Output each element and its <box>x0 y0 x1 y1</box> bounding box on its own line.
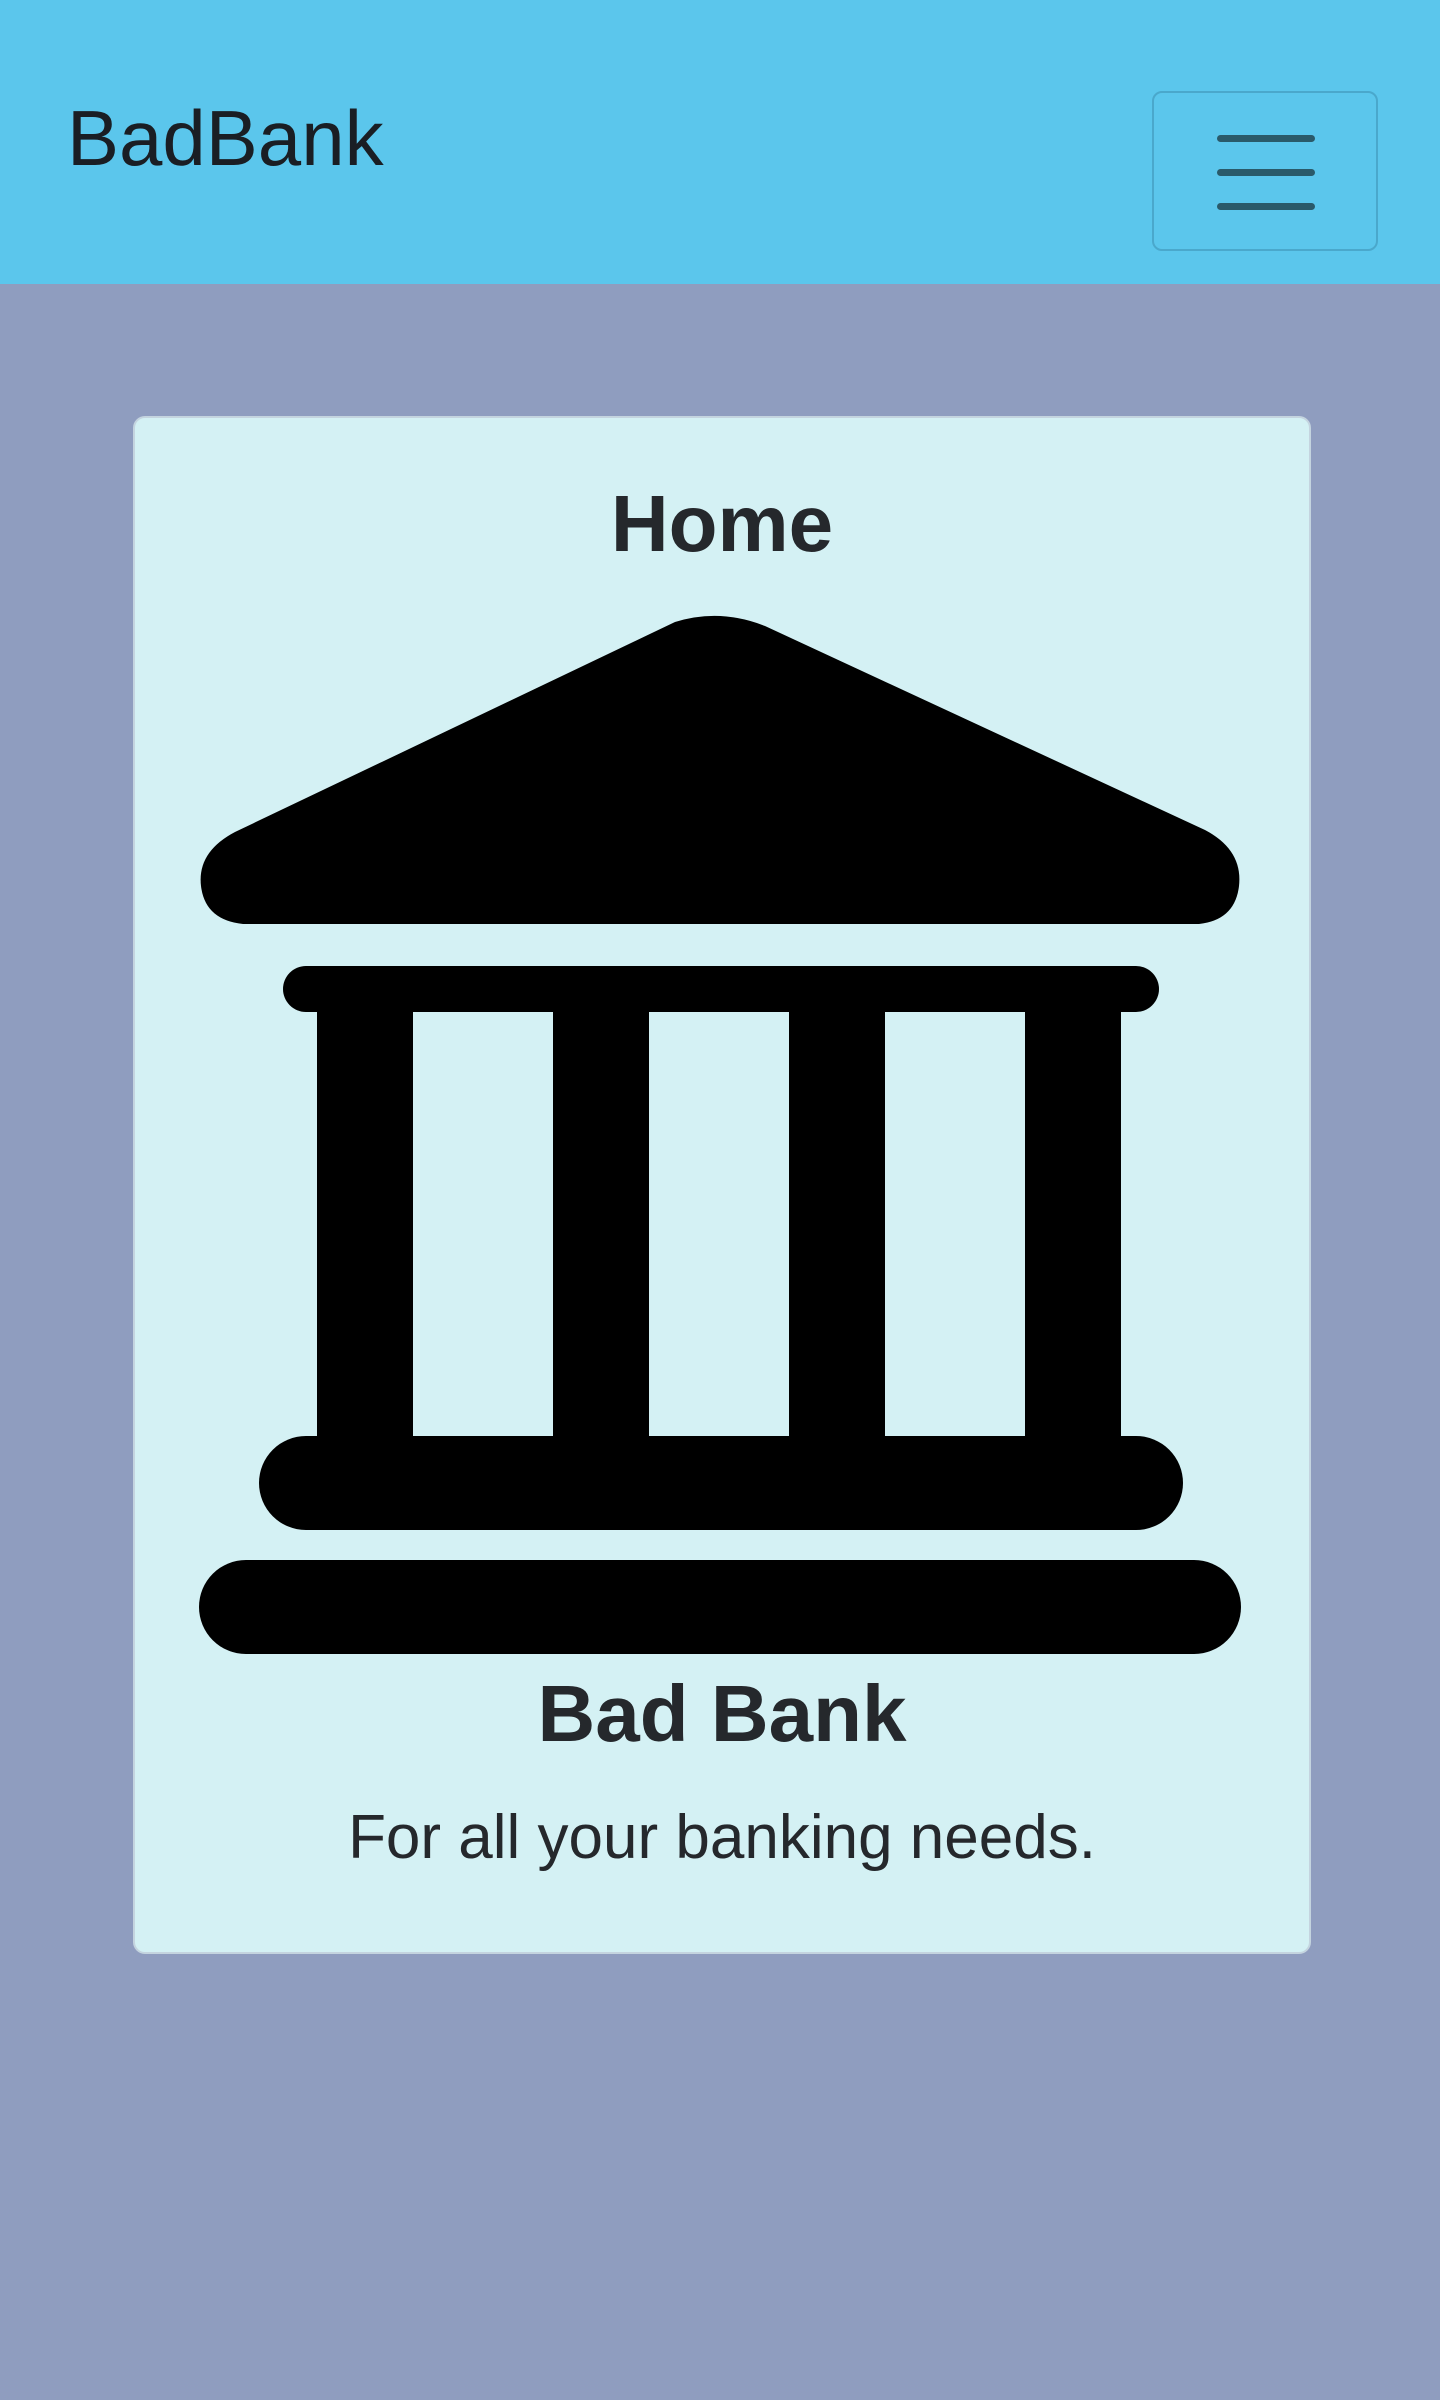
card-text: For all your banking needs. <box>348 1803 1096 1872</box>
home-card: Home Bad Bank For all your banking needs… <box>133 416 1311 1954</box>
navbar: BadBank <box>0 0 1440 284</box>
card-header: Home <box>610 479 834 568</box>
bank-building-icon <box>199 615 1241 1654</box>
card-title: Bad Bank <box>537 1669 907 1758</box>
navbar-brand[interactable]: BadBank <box>67 88 384 188</box>
navbar-toggler-button[interactable] <box>1152 91 1378 251</box>
